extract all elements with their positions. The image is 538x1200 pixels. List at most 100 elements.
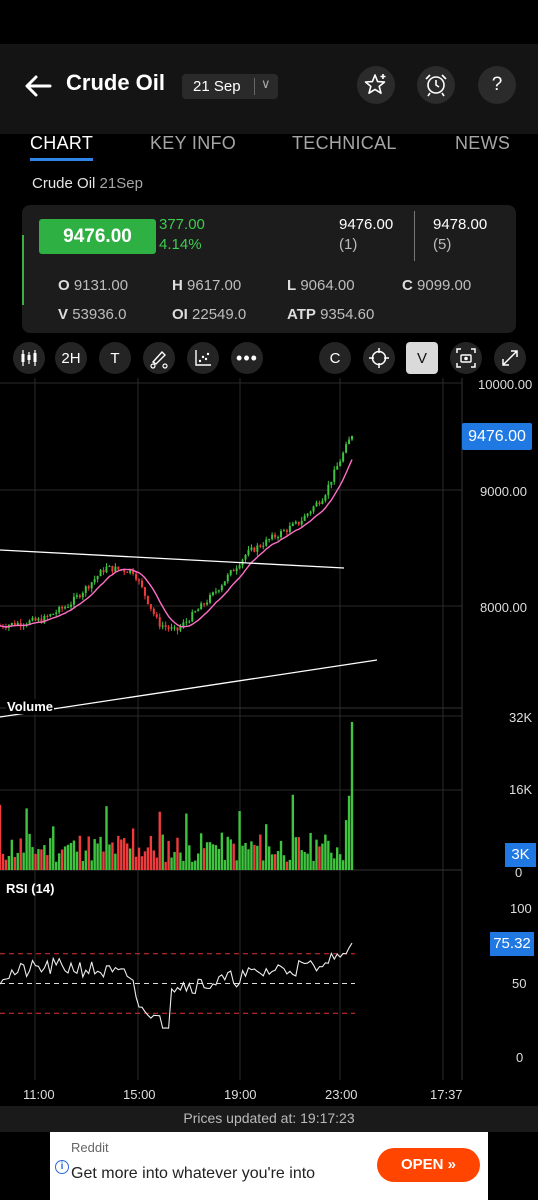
candle-body — [84, 586, 87, 593]
tab-news[interactable]: NEWS — [455, 133, 510, 154]
more-button[interactable]: ••• — [231, 342, 263, 374]
candle-body — [318, 502, 321, 505]
stat-atp: ATP 9354.60 — [287, 306, 375, 323]
volume-bar — [49, 838, 52, 870]
crosshair-icon — [369, 348, 389, 368]
volume-bar — [46, 855, 49, 870]
draw-tool-button[interactable] — [143, 342, 175, 374]
candle-body — [336, 466, 339, 470]
candle-body — [262, 545, 265, 547]
tab-indicator — [30, 158, 93, 161]
volume-axis-label: 16K — [509, 782, 533, 797]
indicator-button[interactable] — [187, 342, 219, 374]
moving-average-line — [0, 459, 353, 628]
candle-type-button[interactable] — [13, 342, 45, 374]
candle-body — [64, 607, 67, 609]
ask-price: 9478.00 — [433, 216, 488, 233]
volume-bar — [265, 824, 268, 870]
price-chart[interactable] — [0, 378, 538, 1106]
quote-card: 9476.00 377.00 4.14% 9476.00 (1) 9478.00… — [22, 205, 516, 333]
candle-body — [268, 539, 271, 541]
last-volume-tag: 3K — [505, 843, 536, 867]
candle-body — [46, 616, 49, 618]
volume-bar — [333, 858, 336, 870]
candle-body — [327, 484, 330, 496]
help-button[interactable]: ? — [478, 66, 516, 104]
volume-bar — [229, 839, 232, 870]
candle-body — [99, 570, 102, 577]
volume-bar — [146, 847, 150, 870]
candle-body — [256, 545, 259, 552]
candle-body — [303, 515, 306, 521]
volume-bar — [330, 852, 333, 870]
candle-body — [49, 614, 52, 617]
ask-qty: (5) — [433, 236, 452, 253]
rsi-axis-label: 50 — [512, 976, 527, 991]
tab-technical[interactable]: TECHNICAL — [292, 133, 397, 154]
candle-body — [244, 554, 247, 560]
volume-bar — [164, 861, 167, 870]
candle-body — [235, 568, 238, 572]
price-update-footer: Prices updated at: 19:17:23 — [0, 1106, 538, 1132]
screenshot-button[interactable] — [450, 342, 482, 374]
volume-bar — [247, 849, 250, 870]
volume-bar — [300, 850, 303, 870]
v-button[interactable]: V — [406, 342, 438, 374]
candle-body — [135, 573, 138, 580]
crosshair-button[interactable] — [363, 342, 395, 374]
volume-bar — [276, 851, 280, 870]
volume-bar — [291, 794, 295, 870]
candle-body — [229, 570, 232, 575]
c-button[interactable]: C — [319, 342, 351, 374]
rsi-line — [0, 942, 353, 1029]
volume-bar — [105, 806, 108, 870]
volume-bar — [22, 852, 25, 870]
volume-bar — [267, 846, 271, 870]
volume-bar — [338, 854, 342, 870]
candle-body — [333, 469, 336, 482]
info-icon[interactable]: i — [55, 1160, 69, 1174]
time-axis-label: 23:00 — [325, 1087, 358, 1102]
price-change: 377.00 — [159, 216, 205, 233]
volume-bar — [235, 860, 238, 870]
volume-bar — [72, 840, 76, 870]
fullscreen-button[interactable] — [494, 342, 526, 374]
candle-body — [232, 570, 235, 572]
candle-body — [238, 565, 241, 569]
candle-body — [75, 595, 78, 597]
candle-body — [247, 549, 250, 555]
candle-body — [188, 621, 191, 623]
volume-bar — [173, 852, 176, 870]
alert-button[interactable] — [417, 66, 455, 104]
candle-body — [176, 627, 179, 631]
interval-button[interactable]: 2H — [55, 342, 87, 374]
ad-banner[interactable]: i Reddit Get more into whatever you're i… — [50, 1132, 488, 1200]
watchlist-button[interactable] — [357, 66, 395, 104]
candle-body — [138, 579, 141, 581]
candle-body — [288, 525, 291, 532]
volume-bar — [324, 834, 327, 870]
volume-bar — [282, 855, 286, 870]
volume-bar — [309, 832, 312, 870]
text-tool-button[interactable]: T — [99, 342, 131, 374]
volume-bar — [131, 828, 135, 870]
candle-body — [285, 530, 288, 532]
candle-body — [90, 582, 93, 589]
candle-body — [126, 571, 129, 573]
candle-body — [197, 609, 200, 612]
volume-bar — [176, 837, 179, 870]
volume-bar — [60, 849, 64, 870]
stat-close: C 9099.00 — [402, 277, 472, 294]
volume-bar — [111, 842, 114, 870]
volume-bar — [69, 842, 73, 870]
rsi-value-tag: 75.32 — [490, 932, 534, 956]
volume-bar — [182, 860, 185, 870]
volume-bar — [117, 835, 120, 870]
arrow-left-icon[interactable] — [22, 72, 54, 100]
ad-open-button[interactable]: OPEN » — [377, 1148, 480, 1182]
expiry-selector[interactable]: 21 Sep ∨ — [182, 74, 278, 99]
screenshot-icon — [456, 348, 476, 368]
tab-key-info[interactable]: KEY INFO — [150, 133, 236, 154]
stat-low: L 9064.00 — [287, 277, 355, 294]
tab-chart[interactable]: CHART — [30, 133, 93, 154]
